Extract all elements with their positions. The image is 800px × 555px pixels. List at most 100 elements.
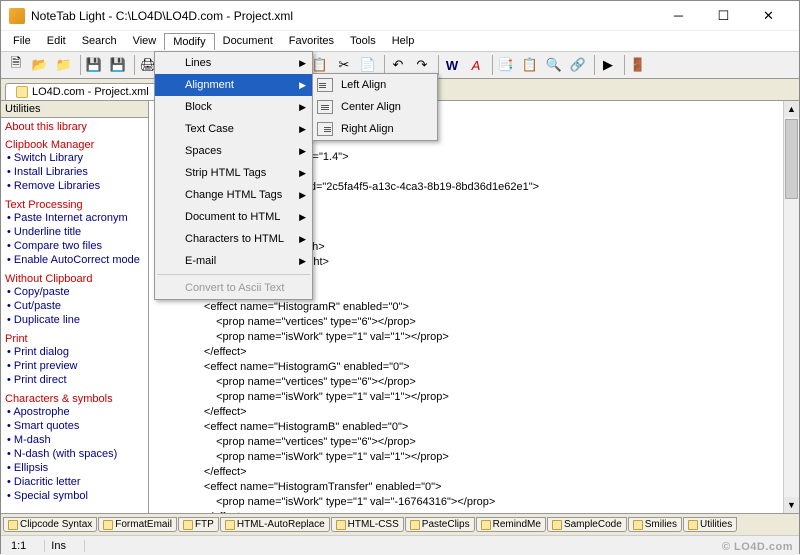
tab-icon bbox=[103, 520, 113, 530]
sidebar-item[interactable]: Switch Library bbox=[5, 151, 144, 165]
sidebar-item[interactable]: Print dialog bbox=[5, 345, 144, 359]
library-tab[interactable]: RemindMe bbox=[476, 517, 546, 532]
dropdown-item-disabled: Convert to Ascii Text bbox=[155, 277, 312, 299]
submenu-arrow-icon: ▶ bbox=[299, 256, 306, 267]
sidebar-item[interactable]: Print direct bbox=[5, 373, 144, 387]
dropdown-item[interactable]: Document to HTML▶ bbox=[155, 206, 312, 228]
menu-search[interactable]: Search bbox=[74, 33, 125, 49]
alignment-submenu: Left Align Center Align Right Align bbox=[312, 73, 438, 141]
menubar: File Edit Search View Modify Document Fa… bbox=[1, 31, 799, 51]
separator bbox=[489, 55, 493, 75]
sidebar-item[interactable]: Cut/paste bbox=[5, 299, 144, 313]
scroll-up-icon[interactable]: ▲ bbox=[784, 101, 799, 117]
new-icon[interactable]: 🗎 bbox=[5, 54, 27, 76]
workspace: Utilities About this library Clipbook Ma… bbox=[1, 101, 799, 513]
exit-icon[interactable]: 🚪 bbox=[627, 54, 649, 76]
sidebar-item[interactable]: Apostrophe bbox=[5, 405, 144, 419]
menu-help[interactable]: Help bbox=[384, 33, 423, 49]
sidebar-item[interactable]: Diacritic letter bbox=[5, 475, 144, 489]
sidebar-item[interactable]: Paste Internet acronym bbox=[5, 211, 144, 225]
sidebar: Utilities About this library Clipbook Ma… bbox=[1, 101, 149, 513]
tab-icon bbox=[688, 520, 698, 530]
dropdown-item[interactable]: Spaces▶ bbox=[155, 140, 312, 162]
sidebar-item[interactable]: Duplicate line bbox=[5, 313, 144, 327]
library-tab[interactable]: Clipcode Syntax bbox=[3, 517, 97, 532]
insert-mode: Ins bbox=[45, 540, 85, 552]
file-tab[interactable]: LO4D.com - Project.xml bbox=[5, 83, 160, 100]
library-tab[interactable]: SampleCode bbox=[547, 517, 627, 532]
dropdown-item[interactable]: Lines▶ bbox=[155, 52, 312, 74]
right-align-item[interactable]: Right Align bbox=[313, 118, 437, 140]
library-tab[interactable]: Smilies bbox=[628, 517, 682, 532]
library-tab[interactable]: PasteClips bbox=[405, 517, 475, 532]
run-icon[interactable]: ▶ bbox=[597, 54, 619, 76]
tab-icon bbox=[481, 520, 491, 530]
dropdown-item[interactable]: Block▶ bbox=[155, 96, 312, 118]
menu-favorites[interactable]: Favorites bbox=[281, 33, 342, 49]
find-icon[interactable]: 🔍 bbox=[543, 54, 565, 76]
submenu-arrow-icon: ▶ bbox=[299, 234, 306, 245]
left-align-item[interactable]: Left Align bbox=[313, 74, 437, 96]
save-icon[interactable]: 💾 bbox=[83, 54, 105, 76]
library-tab[interactable]: Utilities bbox=[683, 517, 737, 532]
statusbar: 1:1 Ins © LO4D.com bbox=[1, 535, 799, 555]
dropdown-separator bbox=[157, 274, 310, 275]
vertical-scrollbar[interactable]: ▲ ▼ bbox=[783, 101, 799, 513]
submenu-arrow-icon: ▶ bbox=[299, 80, 306, 91]
sidebar-item[interactable]: M-dash bbox=[5, 433, 144, 447]
sidebar-item[interactable]: Enable AutoCorrect mode bbox=[5, 253, 144, 267]
dropdown-item[interactable]: Strip HTML Tags▶ bbox=[155, 162, 312, 184]
minimize-button[interactable]: ─ bbox=[656, 2, 701, 30]
paste-icon[interactable]: 📋 bbox=[519, 54, 541, 76]
library-tab[interactable]: FTP bbox=[178, 517, 219, 532]
center-align-item[interactable]: Center Align bbox=[313, 96, 437, 118]
menu-document[interactable]: Document bbox=[215, 33, 281, 49]
menu-modify[interactable]: Modify bbox=[164, 33, 214, 50]
dropdown-item[interactable]: Text Case▶ bbox=[155, 118, 312, 140]
sidebar-item[interactable]: Special symbol bbox=[5, 489, 144, 503]
menu-view[interactable]: View bbox=[125, 33, 165, 49]
open-icon[interactable]: 📂 bbox=[29, 54, 51, 76]
menu-tools[interactable]: Tools bbox=[342, 33, 384, 49]
modify-dropdown: Lines▶Alignment▶Block▶Text Case▶Spaces▶S… bbox=[154, 51, 313, 300]
sidebar-item[interactable]: Copy/paste bbox=[5, 285, 144, 299]
favorite-icon[interactable]: 📁 bbox=[53, 54, 75, 76]
sidebar-item[interactable]: Remove Libraries bbox=[5, 179, 144, 193]
sidebar-item[interactable]: Ellipsis bbox=[5, 461, 144, 475]
sidebar-item[interactable]: N-dash (with spaces) bbox=[5, 447, 144, 461]
saveall-icon[interactable]: 💾 bbox=[107, 54, 129, 76]
dropdown-item[interactable]: Alignment▶ bbox=[155, 74, 312, 96]
link-icon[interactable]: 🔗 bbox=[567, 54, 589, 76]
right-align-icon bbox=[317, 122, 333, 136]
separator bbox=[131, 55, 135, 75]
library-tab[interactable]: HTML-AutoReplace bbox=[220, 517, 330, 532]
sidebar-section-title: Clipbook Manager bbox=[5, 139, 144, 151]
sidebar-about[interactable]: About this library bbox=[5, 121, 144, 133]
sidebar-item[interactable]: Print preview bbox=[5, 359, 144, 373]
cursor-position: 1:1 bbox=[5, 540, 45, 552]
sidebar-item[interactable]: Compare two files bbox=[5, 239, 144, 253]
sidebar-section-title: Characters & symbols bbox=[5, 393, 144, 405]
watermark: © LO4D.com bbox=[722, 541, 793, 553]
library-tab[interactable]: HTML-CSS bbox=[331, 517, 404, 532]
separator bbox=[435, 55, 439, 75]
file-tab-label: LO4D.com - Project.xml bbox=[32, 86, 149, 98]
scrollbar-thumb[interactable] bbox=[785, 119, 798, 199]
menu-file[interactable]: File bbox=[5, 33, 39, 49]
scroll-down-icon[interactable]: ▼ bbox=[784, 497, 799, 513]
dropdown-item[interactable]: Characters to HTML▶ bbox=[155, 228, 312, 250]
maximize-button[interactable]: ☐ bbox=[701, 2, 746, 30]
sidebar-item[interactable]: Underline title bbox=[5, 225, 144, 239]
sidebar-item[interactable]: Smart quotes bbox=[5, 419, 144, 433]
dropdown-item[interactable]: E-mail▶ bbox=[155, 250, 312, 272]
dropdown-item[interactable]: Change HTML Tags▶ bbox=[155, 184, 312, 206]
menu-edit[interactable]: Edit bbox=[39, 33, 74, 49]
copy-icon[interactable]: 📑 bbox=[495, 54, 517, 76]
tab-icon bbox=[633, 520, 643, 530]
bold-icon[interactable]: W bbox=[441, 54, 463, 76]
format-icon[interactable]: A bbox=[465, 54, 487, 76]
library-tab[interactable]: FormatEmail bbox=[98, 517, 177, 532]
sidebar-item[interactable]: Install Libraries bbox=[5, 165, 144, 179]
submenu-arrow-icon: ▶ bbox=[299, 124, 306, 135]
close-button[interactable]: ✕ bbox=[746, 2, 791, 30]
